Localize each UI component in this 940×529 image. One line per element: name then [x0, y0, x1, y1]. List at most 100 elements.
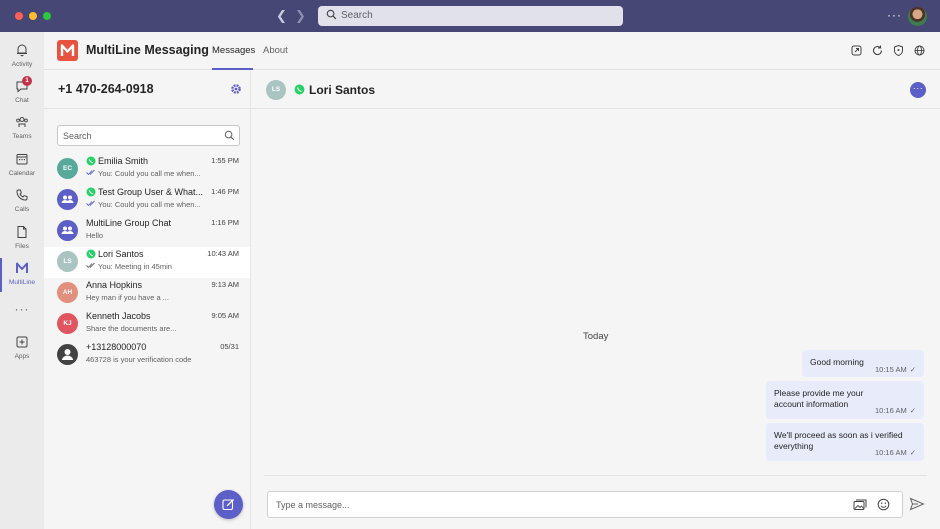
- rail-item-calendar[interactable]: Calendar: [0, 149, 44, 183]
- message-time: 1:16 PM: [211, 218, 239, 227]
- bell-icon: [17, 44, 27, 57]
- rail-item-label: Teams: [12, 133, 32, 140]
- message-time: 05/31: [220, 342, 239, 351]
- message-preview: You: Could you call me when...: [98, 200, 201, 209]
- more-options-icon[interactable]: ···: [887, 8, 902, 22]
- forward-arrow-icon[interactable]: ❯: [295, 8, 306, 24]
- message-preview: You: Meeting in 45min: [98, 262, 172, 271]
- app-header: MultiLine Messaging Messages About: [44, 32, 940, 70]
- shield-icon[interactable]: [892, 44, 905, 57]
- gear-icon[interactable]: [230, 83, 242, 95]
- user-avatar[interactable]: [908, 7, 927, 26]
- rail-item-label: Calendar: [8, 170, 36, 177]
- search-icon: [224, 130, 235, 141]
- contact-name: Kenneth Jacobs: [86, 311, 151, 321]
- tab-messages[interactable]: Messages: [212, 45, 255, 56]
- app-rail: Activity 1 Chat Teams Calendar Calls Fil…: [0, 32, 44, 529]
- whatsapp-icon: [294, 84, 305, 95]
- group-avatar: [57, 220, 78, 241]
- contact-name: Lori Santos: [98, 249, 144, 259]
- rail-item-files[interactable]: Files: [0, 222, 44, 256]
- unread-badge: 1: [22, 76, 32, 86]
- avatar: EC: [57, 158, 78, 179]
- rail-item-activity[interactable]: Activity: [0, 40, 44, 74]
- maximize-window-button[interactable]: [43, 12, 51, 20]
- contact-name: Anna Hopkins: [86, 280, 143, 290]
- conversation-item[interactable]: EC Emilia Smith 1:55 PM You: Could you c…: [44, 154, 250, 185]
- rail-item-label: Chat: [15, 97, 29, 104]
- check-icon: ✓: [909, 406, 916, 415]
- avatar: [57, 344, 78, 365]
- tab-about[interactable]: About: [263, 45, 288, 56]
- line-phone-number: +1 470-264-0918: [58, 82, 154, 96]
- check-icon: ✓: [909, 365, 916, 374]
- image-attach-icon[interactable]: [853, 499, 867, 511]
- read-receipt-icon: [86, 262, 95, 269]
- search-icon: [326, 9, 337, 20]
- message-time: 10:15 AM: [875, 365, 907, 374]
- globe-icon[interactable]: [913, 44, 926, 57]
- rail-item-teams[interactable]: Teams: [0, 112, 44, 146]
- multiline-icon: [16, 262, 28, 273]
- message-meta: 10:15 AM ✓: [875, 365, 916, 374]
- rail-item-apps[interactable]: Apps: [0, 332, 44, 366]
- rail-item-calls[interactable]: Calls: [0, 185, 44, 219]
- contact-name: +13128000070: [86, 342, 147, 352]
- close-window-button[interactable]: [15, 12, 23, 20]
- rail-item-chat[interactable]: 1 Chat: [0, 76, 44, 110]
- conversation-item[interactable]: LS Lori Santos 10:43 AM You: Meeting in …: [44, 247, 250, 278]
- message-text: Please provide me your account informati…: [774, 388, 864, 409]
- message-time: 10:16 AM: [875, 448, 907, 457]
- whatsapp-icon: [86, 156, 96, 166]
- new-message-button[interactable]: [214, 490, 243, 519]
- conversation-item[interactable]: Test Group User & What... 1:46 PM You: C…: [44, 185, 250, 216]
- contact-name: MultiLine Group Chat: [86, 218, 172, 228]
- read-receipt-icon: [86, 169, 95, 176]
- search-placeholder: Search: [63, 131, 92, 141]
- contact-name: Emilia Smith: [98, 156, 149, 166]
- contact-name: Test Group User & What...: [98, 187, 204, 197]
- avatar: AH: [57, 282, 78, 303]
- send-icon[interactable]: [909, 497, 925, 511]
- conversation-search-input[interactable]: Search: [57, 125, 240, 146]
- avatar: LS: [57, 251, 78, 272]
- contact-name: Lori Santos: [309, 83, 376, 97]
- popout-icon[interactable]: [850, 44, 863, 57]
- more-options-button[interactable]: ···: [910, 82, 926, 98]
- global-search-placeholder: Search: [341, 10, 373, 21]
- message-bubble: Good morning 10:15 AM ✓: [802, 350, 924, 377]
- more-apps-icon[interactable]: ···: [0, 302, 44, 316]
- group-icon: [61, 195, 74, 203]
- contact-avatar: LS: [266, 80, 286, 100]
- emoji-icon[interactable]: [877, 498, 890, 511]
- global-search-input[interactable]: Search: [318, 6, 623, 26]
- day-separator: Today: [583, 331, 609, 342]
- teams-icon: [16, 117, 28, 127]
- message-text: Good morning: [810, 357, 864, 367]
- multiline-logo: [57, 40, 78, 61]
- conversation-pane: +1 470-264-0918 Search EC Emilia Smith 1…: [44, 70, 251, 529]
- whatsapp-icon: [86, 249, 96, 259]
- phone-icon: [16, 189, 28, 201]
- message-time: 10:43 AM: [207, 249, 239, 258]
- rail-item-label: MultiLine: [8, 279, 35, 286]
- rail-item-multiline[interactable]: MultiLine: [0, 258, 44, 292]
- message-input[interactable]: Type a message...: [267, 491, 903, 518]
- message-bubble: We'll proceed as soon as i verified ever…: [766, 423, 924, 461]
- plus-square-icon: [16, 336, 28, 348]
- back-arrow-icon[interactable]: ❮: [276, 8, 287, 24]
- app-title: MultiLine Messaging: [86, 43, 209, 57]
- message-preview: Hello: [86, 231, 104, 240]
- chat-header: LS Lori Santos ···: [251, 70, 940, 109]
- message-preview: Hey man if you have a ...: [86, 293, 169, 302]
- conversation-item[interactable]: +13128000070 05/31 463728 is your verifi…: [44, 340, 250, 371]
- conversation-item[interactable]: MultiLine Group Chat 1:16 PM Hello: [44, 216, 250, 247]
- refresh-icon[interactable]: [871, 44, 884, 57]
- conversation-item[interactable]: AH Anna Hopkins 9:13 AM Hey man if you h…: [44, 278, 250, 309]
- message-preview: You: Could you call me when...: [98, 169, 201, 178]
- conversation-item[interactable]: KJ Kenneth Jacobs 9:05 AM Share the docu…: [44, 309, 250, 340]
- group-icon: [61, 226, 74, 234]
- message-time: 1:55 PM: [211, 156, 239, 165]
- minimize-window-button[interactable]: [29, 12, 37, 20]
- message-bubble: Please provide me your account informati…: [766, 381, 924, 419]
